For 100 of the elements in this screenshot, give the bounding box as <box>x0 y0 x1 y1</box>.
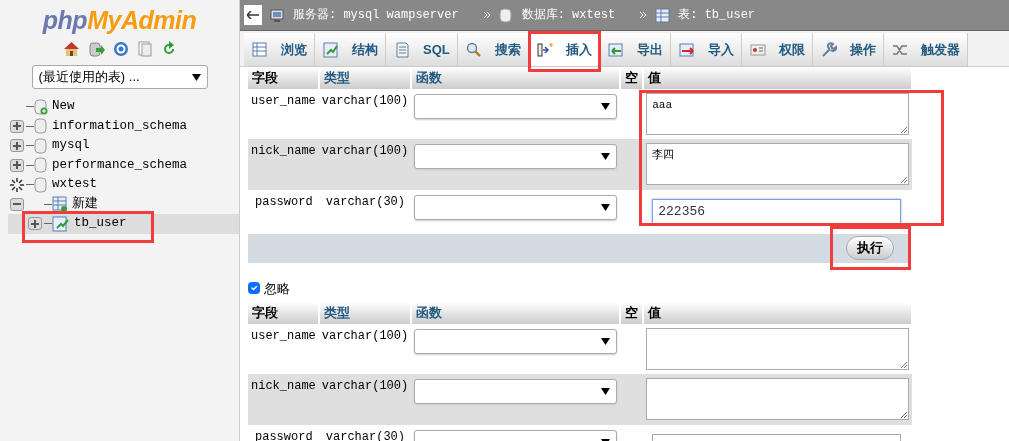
collapse-toggle[interactable] <box>10 197 24 211</box>
column-header: 空 <box>620 67 644 89</box>
database-arrow-icon[interactable] <box>87 41 105 57</box>
back-button[interactable] <box>244 5 262 25</box>
resize-grip-icon <box>900 410 908 418</box>
value-textarea[interactable]: aaa <box>646 92 910 135</box>
execute-button[interactable]: 执行 <box>846 236 894 260</box>
dropdown-value: (最近使用的表) ... <box>38 68 140 87</box>
plus-icon <box>13 122 21 131</box>
tab[interactable]: 浏览 <box>244 33 315 66</box>
field-name: user_name <box>251 93 316 108</box>
tab[interactable]: 搜索 <box>457 33 529 66</box>
field-name: user_name <box>251 328 316 343</box>
new-table-icon <box>52 196 68 213</box>
tree-item[interactable]: performance_schema <box>52 155 188 175</box>
database-icon <box>34 118 48 135</box>
field-name: nick_name <box>251 378 316 393</box>
insert-icon <box>536 41 553 58</box>
function-dropdown[interactable] <box>414 328 618 354</box>
column-sort-link[interactable]: 类型 <box>318 302 412 324</box>
browse-icon <box>252 41 268 58</box>
database-icon <box>34 157 48 174</box>
tab[interactable]: 结构 <box>315 33 386 66</box>
tab[interactable]: 导入 <box>670 33 742 66</box>
expand-toggle[interactable] <box>10 119 24 133</box>
recent-tables-dropdown[interactable]: (最近使用的表) ... <box>31 65 208 89</box>
breadcrumb-link[interactable]: 服务器: mysql wampserver <box>293 6 459 24</box>
database-icon <box>34 176 48 193</box>
breadcrumb-link[interactable]: 数据库: wxtest <box>521 6 616 24</box>
tree-item[interactable]: 新建 <box>72 194 98 214</box>
column-header: 值 <box>643 67 913 89</box>
value-textarea[interactable] <box>646 377 910 420</box>
dropdown-arrow-icon <box>601 337 611 345</box>
ignore-checkbox[interactable] <box>248 282 260 295</box>
value-input[interactable]: 222356 <box>652 198 902 225</box>
column-header: 值 <box>643 302 913 324</box>
column-sort-link[interactable]: 函数 <box>411 67 621 89</box>
tab[interactable]: SQL <box>386 33 458 66</box>
resize-grip-icon <box>900 175 908 183</box>
tab[interactable]: 导出 <box>599 33 671 66</box>
plus-icon <box>13 161 21 170</box>
plus-icon <box>13 141 21 150</box>
field-name: password <box>254 194 313 209</box>
column-sort-link[interactable]: 函数 <box>411 302 621 324</box>
breadcrumb-link[interactable]: 表: tb_user <box>678 6 756 24</box>
column-sort-link[interactable]: 类型 <box>318 67 412 89</box>
tree-item[interactable]: New <box>52 97 75 117</box>
expand-toggle[interactable] <box>10 158 24 172</box>
back-arrow-icon <box>247 10 259 19</box>
function-dropdown[interactable] <box>414 194 618 220</box>
search-icon <box>465 41 482 58</box>
document-icon[interactable] <box>136 41 153 57</box>
resize-grip-icon <box>900 125 908 133</box>
dropdown-arrow-icon <box>601 387 611 395</box>
tree-item[interactable]: wxtest <box>52 175 97 195</box>
value-textarea[interactable]: 李四 <box>646 142 910 185</box>
home-icon[interactable] <box>62 41 80 57</box>
dropdown-arrow-icon <box>601 203 611 211</box>
tab[interactable]: 权限 <box>741 33 813 66</box>
dropdown-arrow-icon <box>601 102 611 110</box>
plus-icon <box>31 219 39 228</box>
breadcrumb-separator-icon <box>482 11 491 19</box>
sql-icon <box>394 41 410 58</box>
server-icon <box>270 7 285 23</box>
tree-item[interactable]: mysql <box>52 136 90 156</box>
database-icon <box>498 7 514 23</box>
value-textarea[interactable] <box>646 327 910 370</box>
field-type: varchar(30) <box>324 194 406 209</box>
tab[interactable]: 操作 <box>812 33 884 66</box>
import-icon <box>678 41 695 58</box>
function-dropdown[interactable] <box>414 143 618 169</box>
column-header: 空 <box>620 302 644 324</box>
column-header: 字段 <box>248 302 319 324</box>
new-database-icon <box>34 98 48 115</box>
table-structure-icon <box>52 215 70 232</box>
expand-toggle[interactable] <box>10 139 24 153</box>
checkbox-label[interactable]: 忽略 <box>264 278 290 298</box>
breadcrumb-separator-icon <box>639 11 648 19</box>
logo[interactable]: phpMyAdmin <box>0 0 239 33</box>
tree-item[interactable]: information_schema <box>52 116 188 136</box>
field-type: varchar(100) <box>321 328 409 343</box>
field-type: varchar(100) <box>321 378 409 393</box>
dropdown-arrow-icon <box>191 73 201 81</box>
structure-icon <box>323 41 339 58</box>
field-type: varchar(100) <box>321 93 409 108</box>
function-dropdown[interactable] <box>414 93 618 119</box>
privileges-icon <box>749 41 766 58</box>
expand-toggle[interactable] <box>28 217 42 231</box>
help-icon[interactable] <box>112 41 129 57</box>
resize-grip-icon <box>900 360 908 368</box>
table-icon <box>655 7 671 23</box>
field-name: nick_name <box>251 143 316 158</box>
dropdown-arrow-icon <box>601 152 611 160</box>
field-type: varchar(100) <box>321 143 409 158</box>
column-header: 字段 <box>248 67 319 89</box>
export-icon <box>607 41 624 58</box>
tab[interactable]: 触发器 <box>883 33 968 66</box>
function-dropdown[interactable] <box>414 378 618 404</box>
operations-icon <box>820 41 837 58</box>
database-icon <box>34 137 48 154</box>
